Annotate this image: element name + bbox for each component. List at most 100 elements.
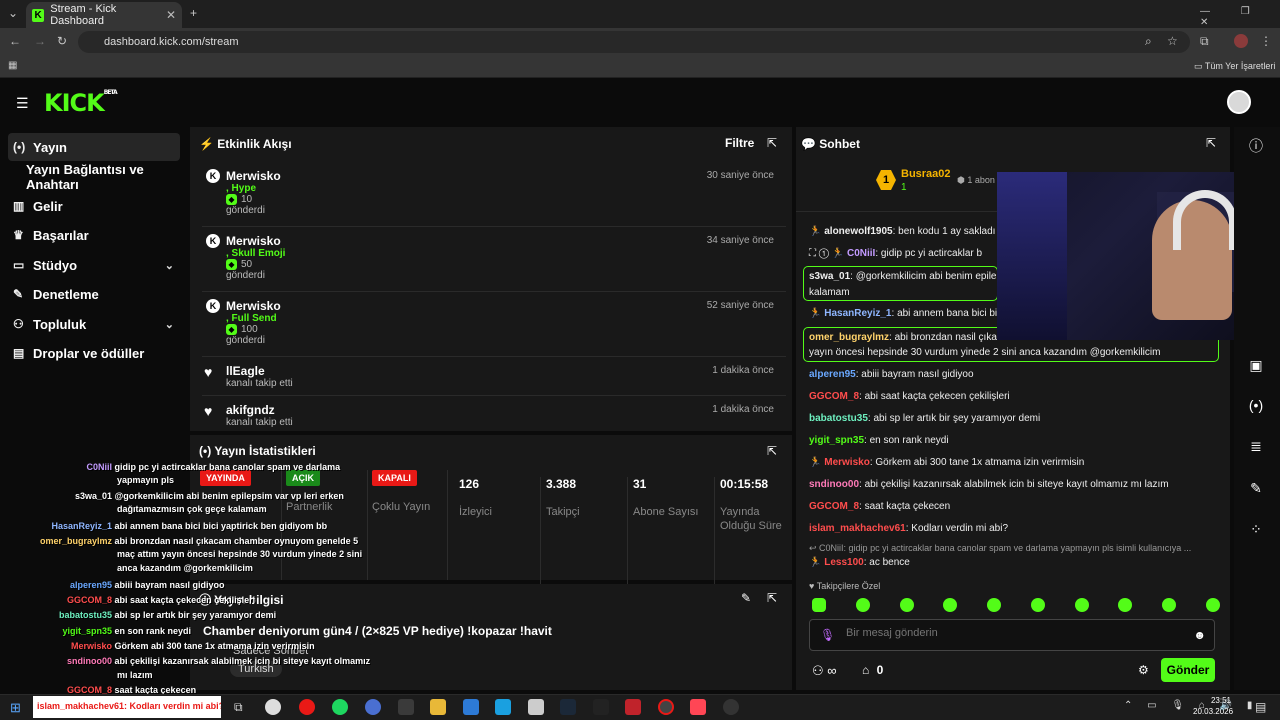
popout-icon[interactable]: ⇱ bbox=[767, 444, 777, 458]
bookmark-star-icon[interactable]: ☆ bbox=[1167, 34, 1178, 48]
apps-dots-icon[interactable]: ⁘ bbox=[1238, 511, 1274, 547]
sidebar-item-basarilar[interactable]: ♛ Başarılar bbox=[8, 221, 180, 249]
emoji-icon[interactable]: ☻ bbox=[1193, 628, 1206, 642]
notifications-icon[interactable]: ▤ bbox=[1255, 700, 1266, 714]
zoom-icon[interactable]: ⌕ bbox=[1145, 34, 1152, 49]
apps-icon[interactable]: ▦ bbox=[8, 60, 17, 71]
activity-title-text: Etkinlik Akışı bbox=[217, 137, 292, 151]
wrench-icon[interactable]: ✎ bbox=[1238, 470, 1274, 506]
emote-icon[interactable] bbox=[1030, 598, 1045, 612]
popout-icon[interactable]: ⇱ bbox=[767, 136, 777, 150]
event-item-name: , Skull Emoji bbox=[226, 248, 286, 259]
sidebar-item-stream-key[interactable]: Yayın Bağlantısı ve Anahtarı bbox=[8, 162, 180, 192]
close-tab-icon[interactable]: ✕ bbox=[166, 8, 176, 22]
app-icon[interactable] bbox=[365, 699, 381, 715]
hamburger-menu-icon[interactable]: ☰ bbox=[16, 95, 29, 112]
people-icon[interactable]: ⚇ bbox=[812, 663, 827, 678]
new-tab-icon[interactable]: + bbox=[190, 6, 197, 20]
all-bookmarks[interactable]: ▭ Tüm Yer İşaretleri bbox=[1194, 61, 1275, 72]
address-bar[interactable]: dashboard.kick.com/stream bbox=[78, 31, 1190, 53]
popout-icon[interactable]: ⇱ bbox=[1206, 136, 1216, 150]
back-icon[interactable]: ← bbox=[9, 34, 21, 48]
emote-icon[interactable] bbox=[1074, 598, 1089, 612]
menu-dots-icon[interactable]: ⋮ bbox=[1260, 34, 1272, 48]
sidebar-item-gelir[interactable]: ▥ Gelir bbox=[8, 192, 180, 220]
chat-user[interactable]: alonewolf1905 bbox=[824, 226, 892, 237]
chat-user[interactable]: omer_bugraylmz bbox=[809, 332, 889, 343]
task-view-icon[interactable]: ⧉ bbox=[234, 700, 243, 715]
broadcast-icon[interactable]: (•) bbox=[1238, 387, 1274, 423]
emote-icon[interactable] bbox=[1205, 598, 1220, 612]
chat-user[interactable]: GGCOM_8 bbox=[809, 391, 859, 402]
profile-icon[interactable] bbox=[1234, 34, 1248, 48]
chat-user[interactable]: sndinoo00 bbox=[809, 479, 859, 490]
emote-icon[interactable] bbox=[855, 598, 870, 612]
chat-user[interactable]: babatostu35 bbox=[809, 413, 868, 424]
sidebar-item-yayin[interactable]: (•) Yayın bbox=[8, 133, 180, 161]
stat-multistream: KAPALI Çoklu Yayın bbox=[372, 470, 448, 580]
stack-icon[interactable]: ≣ bbox=[1238, 428, 1274, 464]
event-user[interactable]: Merwisko bbox=[226, 299, 281, 313]
mail-icon[interactable] bbox=[463, 699, 479, 715]
tab-search-icon[interactable]: ⌄ bbox=[8, 6, 18, 20]
chat-user[interactable]: s3wa_01 bbox=[809, 271, 850, 282]
info-circle-icon[interactable]: ⓘ bbox=[1238, 128, 1274, 164]
forward-icon[interactable]: → bbox=[34, 34, 46, 48]
chat-user[interactable]: yigit_spn35 bbox=[809, 435, 864, 446]
emote-icon[interactable] bbox=[1118, 598, 1133, 612]
emote-icon[interactable] bbox=[899, 598, 914, 612]
sidebar-item-denetleme[interactable]: ✎ Denetleme bbox=[8, 280, 180, 308]
extensions-icon[interactable]: ⧉ bbox=[1200, 34, 1209, 49]
chat-message: GGCOM_8: saat kaçta çekecen bbox=[809, 501, 951, 512]
sidebar-item-droplar[interactable]: ▤ Droplar ve ödüller bbox=[8, 339, 180, 367]
event-user[interactable]: llEagle bbox=[226, 364, 293, 378]
chat-user[interactable]: Less100 bbox=[824, 557, 863, 568]
pinned-user[interactable]: Busraa02 bbox=[901, 168, 951, 180]
user-avatar[interactable] bbox=[1227, 90, 1251, 114]
settings-gear-icon[interactable]: ⚙ bbox=[1138, 663, 1149, 677]
emote-icon[interactable] bbox=[943, 598, 958, 612]
obs-icon[interactable] bbox=[723, 699, 739, 715]
opera-icon[interactable] bbox=[299, 699, 315, 715]
sidebar-item-topluluk[interactable]: ⚇ Topluluk ⌄ bbox=[8, 310, 180, 338]
opera-gx-icon[interactable] bbox=[658, 699, 674, 715]
event-user[interactable]: Merwisko bbox=[226, 234, 285, 248]
edit-icon[interactable]: ✎ bbox=[741, 591, 751, 605]
chat-input[interactable] bbox=[846, 627, 1176, 639]
sidebar-item-studyo[interactable]: ▭ Stüdyo ⌄ bbox=[8, 251, 180, 279]
chat-user[interactable]: alperen95 bbox=[809, 369, 856, 380]
emote-icon[interactable] bbox=[1162, 598, 1177, 612]
chat-bubble-icon[interactable]: ▣ bbox=[1238, 347, 1274, 383]
tray-icons[interactable]: ⌃ ▭ 🎙 ⌂ 🔊 ▮ bbox=[1124, 700, 1258, 711]
spotify-icon[interactable] bbox=[332, 699, 348, 715]
chat-user[interactable]: HasanReyiz_1 bbox=[824, 308, 891, 319]
chat-input-box[interactable]: 🎙 ☻ bbox=[809, 619, 1215, 651]
event-user[interactable]: akifgndz bbox=[226, 403, 293, 417]
reload-icon[interactable]: ↻ bbox=[57, 34, 67, 48]
chat-user[interactable]: islam_makhachev61 bbox=[809, 523, 906, 534]
popout-icon[interactable]: ⇱ bbox=[767, 591, 777, 605]
app-icon[interactable] bbox=[495, 699, 511, 715]
chat-user[interactable]: C0NiiI bbox=[847, 248, 875, 259]
send-button[interactable]: Gönder bbox=[1161, 658, 1215, 682]
event-user[interactable]: Merwisko bbox=[226, 169, 281, 183]
folder-icon[interactable] bbox=[430, 699, 446, 715]
kick-logo[interactable]: KICKBETA bbox=[44, 89, 118, 117]
chat-user[interactable]: Merwisko bbox=[824, 457, 870, 468]
steam-icon[interactable] bbox=[560, 699, 576, 715]
calculator-icon[interactable] bbox=[528, 699, 544, 715]
epic-games-icon[interactable] bbox=[593, 699, 609, 715]
points-counter[interactable]: ⌂ 0 bbox=[862, 663, 883, 677]
valorant-icon[interactable] bbox=[690, 699, 706, 715]
windows-start-icon[interactable]: ⊞ bbox=[10, 700, 21, 716]
emote-icon[interactable] bbox=[812, 598, 826, 612]
microphone-icon[interactable]: 🎙 bbox=[820, 628, 835, 642]
filter-button[interactable]: Filtre bbox=[725, 136, 754, 150]
browser-tab[interactable]: K Stream - Kick Dashboard ✕ bbox=[26, 2, 182, 28]
riot-icon[interactable] bbox=[625, 699, 641, 715]
chat-user[interactable]: GGCOM_8 bbox=[809, 501, 859, 512]
window-controls[interactable]: — ❐ ✕ bbox=[1200, 6, 1280, 28]
app-icon[interactable] bbox=[398, 699, 414, 715]
chrome-icon[interactable] bbox=[265, 699, 281, 715]
emote-icon[interactable] bbox=[987, 598, 1002, 612]
